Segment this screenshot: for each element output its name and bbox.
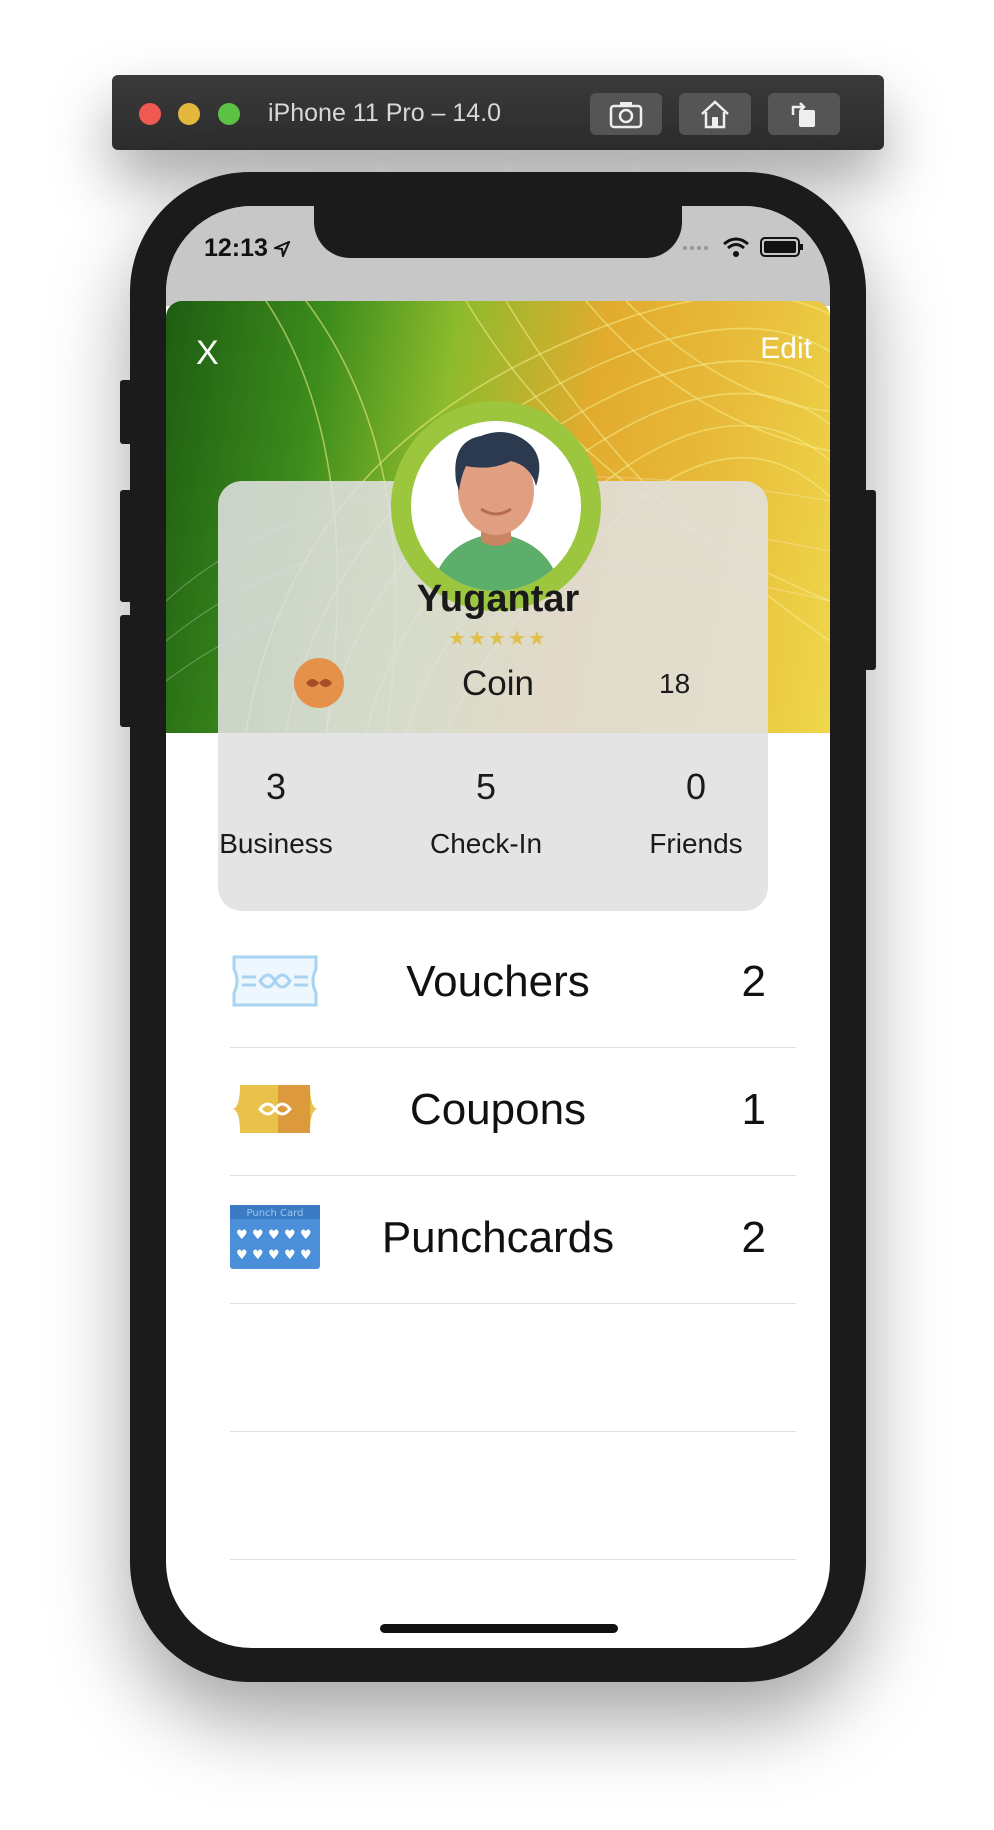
location-arrow-icon: [273, 240, 290, 257]
user-name: Yugantar: [416, 578, 580, 620]
time-text: 12:13: [204, 234, 268, 262]
list-item-label: Punchcards: [381, 1213, 615, 1262]
home-indicator[interactable]: [380, 1624, 618, 1633]
stat-label: Check-In: [429, 828, 543, 859]
zoom-window-button[interactable]: [218, 103, 240, 125]
power-button: [864, 490, 876, 670]
user-avatar-icon: [431, 432, 561, 591]
list-item-count: 1: [741, 1085, 766, 1134]
minimize-window-button[interactable]: [178, 103, 200, 125]
phone-screen: 12:13 X Edit Yugantar ★★★★★ Coin 18 3 Bu…: [166, 206, 830, 1648]
coin-label: Coin: [462, 664, 534, 703]
screenshot-button[interactable]: [590, 93, 662, 135]
notch: [314, 206, 682, 258]
home-icon: [701, 100, 729, 129]
close-window-button[interactable]: [139, 103, 161, 125]
volume-up-button: [120, 490, 132, 602]
empty-list-item: [230, 1303, 796, 1432]
stat-value: 3: [265, 766, 287, 807]
edit-button[interactable]: Edit: [760, 332, 812, 366]
wifi-icon: [723, 237, 749, 257]
battery-icon: [760, 237, 803, 257]
list-item-label: Vouchers: [406, 957, 590, 1006]
rotate-button[interactable]: [768, 93, 840, 135]
list-item-count: 2: [741, 957, 766, 1006]
list-item-coupons[interactable]: Coupons 1: [230, 1047, 796, 1176]
avatar-image: [411, 421, 581, 591]
screenshot-icon: [609, 102, 643, 129]
coin-value: 18: [659, 668, 691, 699]
rating-stars: ★★★★★: [448, 628, 548, 650]
list-item-label: Coupons: [409, 1085, 587, 1134]
simulator-toolbar: iPhone 11 Pro – 14.0: [112, 75, 884, 150]
stat-friends[interactable]: 0 Friends: [606, 766, 786, 860]
simulator-title: iPhone 11 Pro – 14.0: [268, 99, 502, 127]
volume-down-button: [120, 615, 132, 727]
stat-value: 5: [475, 766, 497, 807]
stat-label: Friends: [649, 828, 743, 859]
status-bar-icons: [682, 236, 804, 258]
list-item-count: 2: [741, 1213, 766, 1262]
signal-icon: [682, 245, 709, 251]
status-bar-time: 12:13: [204, 234, 290, 263]
stat-business[interactable]: 3 Business: [186, 766, 366, 860]
close-button[interactable]: X: [196, 334, 219, 373]
stat-check-in[interactable]: 5 Check-In: [396, 766, 576, 860]
empty-list-item: [230, 1431, 796, 1560]
home-button[interactable]: [679, 93, 751, 135]
list-item-vouchers[interactable]: Vouchers 2: [230, 919, 796, 1048]
stat-label: Business: [219, 828, 333, 859]
mute-switch: [120, 380, 132, 444]
list-item-punchcards[interactable]: Punch Card ♥ ♥ ♥ ♥ ♥ ♥ ♥ ♥ ♥ ♥ Punchcards 2: [230, 1175, 796, 1304]
stat-value: 0: [685, 766, 707, 807]
rotate-icon: [791, 102, 815, 127]
